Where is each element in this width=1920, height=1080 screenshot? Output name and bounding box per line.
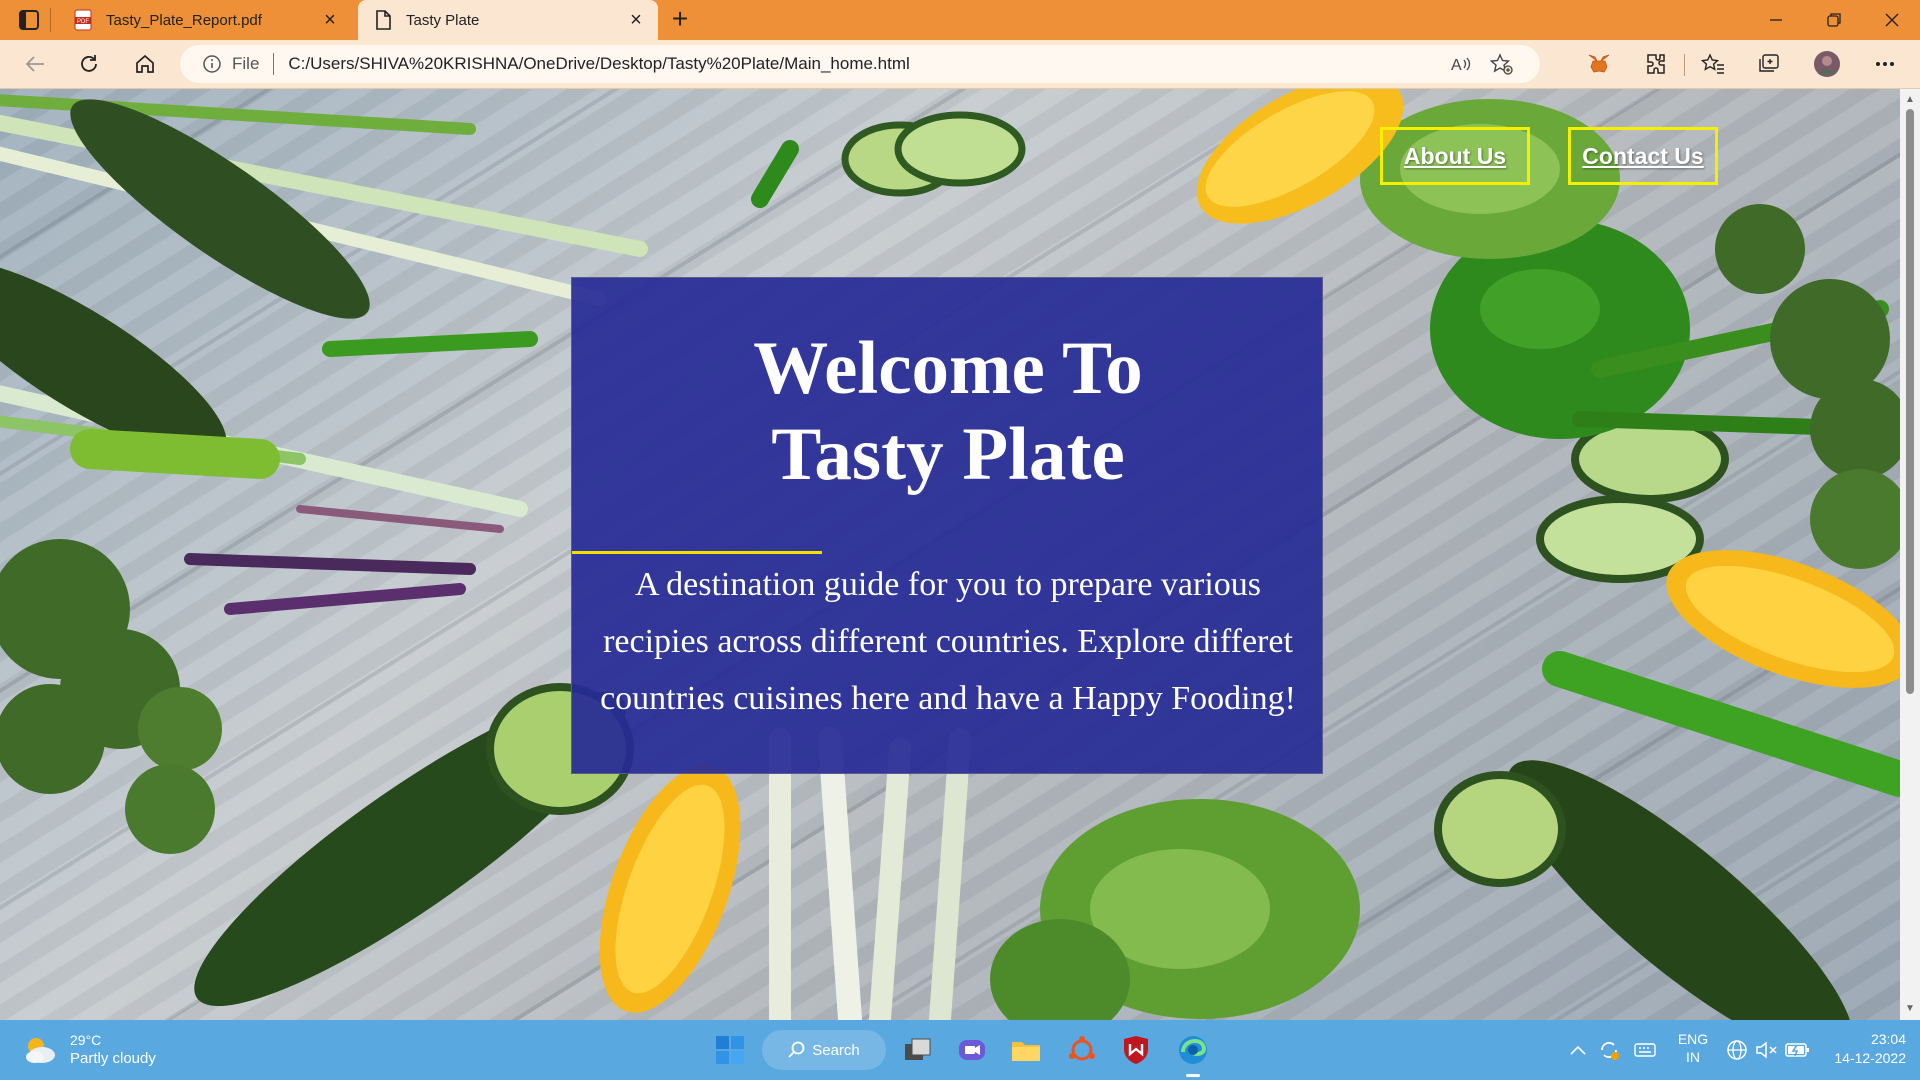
collections-icon[interactable] [1754,50,1784,78]
windows-start-icon[interactable] [712,1032,748,1068]
clock-date: 14-12-2022 [1834,1050,1906,1066]
scroll-up-arrow-icon[interactable]: ▲ [1904,95,1916,105]
weather-widget[interactable]: 29°C Partly cloudy [22,1031,156,1068]
taskbar-search-button[interactable]: Search [762,1030,886,1070]
weather-condition: Partly cloudy [70,1050,156,1067]
tab-tasty-plate[interactable]: Tasty Plate × [358,0,658,40]
task-view-icon[interactable] [900,1032,936,1068]
weather-temperature: 29°C [70,1032,102,1048]
svg-text:PDF: PDF [77,19,89,25]
tab-title: Tasty Plate [406,11,480,29]
network-globe-icon[interactable] [1724,1038,1750,1062]
input-language-indicator[interactable]: ENG IN [1676,1030,1710,1066]
restore-button[interactable] [1814,6,1854,34]
new-tab-button[interactable]: + [666,5,694,34]
search-icon [788,1041,805,1058]
search-label: Search [812,1041,860,1059]
favorites-icon[interactable] [1698,50,1728,78]
add-favorite-icon[interactable] [1489,53,1514,75]
page-icon [372,9,394,31]
close-tab-icon[interactable]: × [626,10,646,30]
page-viewport: About Us Contact Us Welcome To Tasty Pla… [0,89,1900,1020]
toolbar-separator [1684,54,1685,76]
scrollbar-thumb[interactable] [1906,109,1914,694]
pdf-icon: PDF [72,9,94,31]
close-tab-icon[interactable]: × [320,10,340,30]
home-button[interactable] [130,50,160,78]
scroll-down-arrow-icon[interactable]: ▼ [1904,1004,1916,1014]
extensions-icon[interactable] [1640,50,1670,78]
edge-browser-icon[interactable] [1175,1032,1211,1068]
address-bar[interactable]: File C:/Users/SHIVA%20KRISHNA/OneDrive/D… [180,45,1540,83]
read-aloud-icon[interactable]: A [1450,54,1472,74]
contact-us-link[interactable]: Contact Us [1568,127,1718,185]
battery-charging-icon[interactable] [1784,1038,1812,1062]
sync-icon[interactable] [1596,1038,1622,1062]
scheme-label: File [232,54,260,73]
address-toolbar: File C:/Users/SHIVA%20KRISHNA/OneDrive/D… [0,40,1920,89]
about-us-link[interactable]: About Us [1380,127,1530,185]
show-hidden-icons-chevron-icon[interactable] [1568,1038,1588,1062]
intro-description: A destination guide for you to prepare v… [600,566,1296,717]
taskbar: 29°C Partly cloudy Search ENG IN 23:04 1… [0,1020,1920,1080]
welcome-panel: Welcome To Tasty Plate A destination gui… [571,277,1323,774]
title-line-1: Welcome To [753,327,1143,410]
system-clock[interactable]: 23:04 14-12-2022 [1820,1030,1906,1068]
address-separator [273,53,275,75]
active-app-indicator [1186,1074,1200,1077]
tab-strip: PDF Tasty_Plate_Report.pdf × Tasty Plate… [0,0,1920,40]
tab-actions-icon[interactable] [16,8,42,32]
region-code: IN [1686,1049,1700,1065]
volume-muted-icon[interactable] [1754,1038,1780,1062]
tab-divider [50,8,51,32]
file-explorer-icon[interactable] [1008,1032,1044,1068]
close-window-button[interactable] [1872,6,1912,34]
tab-report-pdf[interactable]: PDF Tasty_Plate_Report.pdf × [58,0,352,40]
keyboard-icon[interactable] [1632,1038,1658,1062]
page-title: Welcome To Tasty Plate [572,326,1324,498]
language-code: ENG [1677,1031,1709,1047]
title-line-2: Tasty Plate [771,413,1125,496]
more-options-icon[interactable] [1870,50,1900,78]
mcafee-icon[interactable] [1118,1032,1154,1068]
svg-text:A: A [1451,57,1462,74]
refresh-button[interactable] [74,50,104,78]
teams-chat-icon[interactable] [954,1032,990,1068]
title-underline-accent [572,551,822,554]
info-icon[interactable] [202,54,222,74]
ubuntu-app-icon[interactable] [1064,1032,1100,1068]
metamask-extension-icon[interactable] [1584,50,1614,78]
url-text[interactable]: C:/Users/SHIVA%20KRISHNA/OneDrive/Deskto… [288,54,909,74]
back-button[interactable] [20,50,50,78]
partly-cloudy-icon [22,1033,58,1067]
clock-time: 23:04 [1870,1031,1906,1047]
tab-title: Tasty_Plate_Report.pdf [106,11,262,29]
profile-avatar[interactable] [1812,50,1842,78]
vertical-scrollbar[interactable]: ▲ ▼ [1900,89,1920,1020]
minimize-button[interactable] [1756,6,1796,34]
